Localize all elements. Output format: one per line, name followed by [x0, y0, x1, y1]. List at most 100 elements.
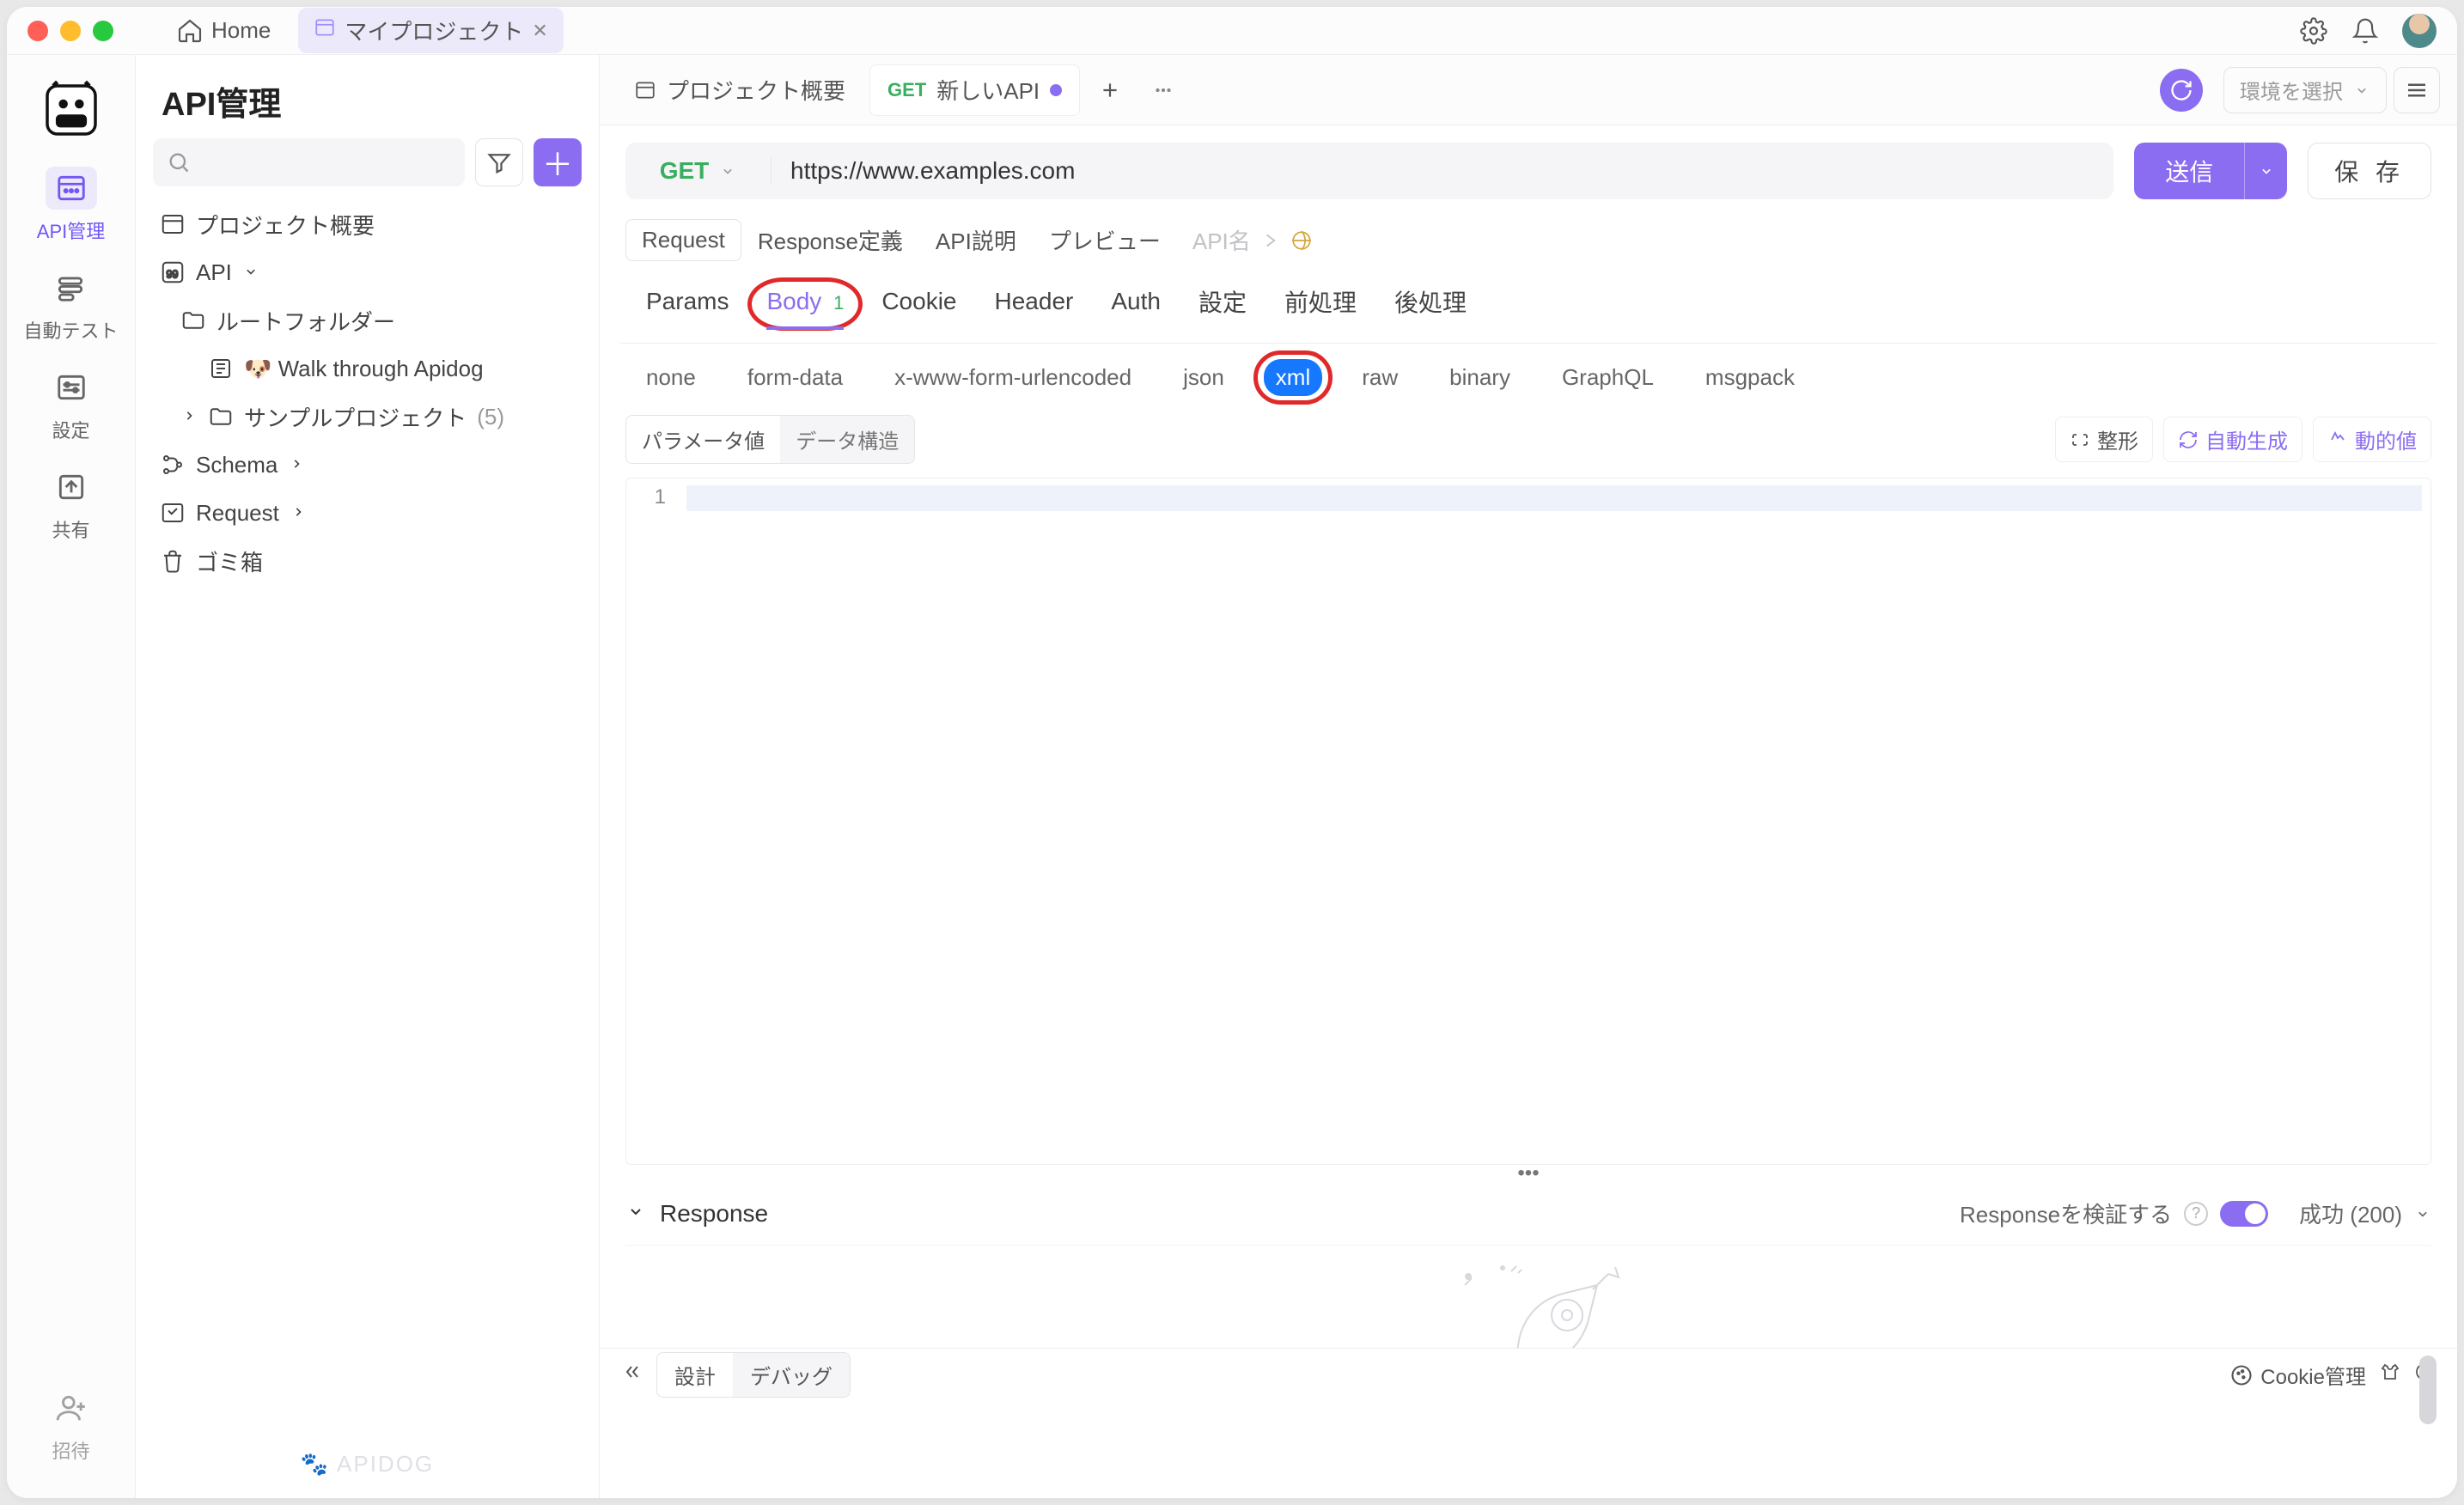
mode-response-def[interactable]: Response定義 [741, 216, 919, 264]
tree-item-schema[interactable]: Schema [153, 441, 582, 489]
menu-button[interactable] [2394, 67, 2440, 113]
body-type-xform[interactable]: x-www-form-urlencoded [882, 359, 1144, 396]
send-button[interactable]: 送信 [2134, 143, 2287, 199]
mode-row: Request Response定義 API説明 プレビュー API名 [600, 216, 2457, 264]
body-editor[interactable]: 1 [625, 478, 2431, 1165]
body-options-row: パラメータ値 データ構造 整形 自動生成 動的値 [600, 411, 2457, 472]
mode-request[interactable]: Request [625, 219, 741, 261]
help-icon[interactable]: ? [2184, 1202, 2208, 1226]
body-type-row: none form-data x-www-form-urlencoded jso… [600, 344, 2457, 411]
maximize-window[interactable] [93, 21, 113, 41]
notifications-bell-icon[interactable] [2351, 16, 2380, 46]
tree-item-walkthrough[interactable]: 🐶 Walk through Apidog [153, 344, 582, 393]
mode-debug[interactable]: デバッグ [733, 1353, 850, 1397]
body-type-graphql[interactable]: GraphQL [1550, 359, 1666, 396]
sidebar: API管理 ＋ プロジェクト概要 99 API [136, 55, 600, 1498]
close-tab-icon[interactable]: ✕ [532, 20, 547, 42]
seg-param-value[interactable]: パラメータ値 [626, 416, 780, 463]
rail-api-management[interactable]: API管理 [37, 167, 105, 244]
app-window: Home マイプロジェクト ✕ AP [7, 7, 2457, 1498]
send-dropdown[interactable] [2244, 143, 2287, 199]
mode-api-desc[interactable]: API説明 [919, 216, 1033, 264]
tree-item-api[interactable]: 99 API [153, 248, 582, 296]
traffic-lights [27, 21, 113, 41]
rail-share[interactable]: 共有 [46, 466, 97, 543]
section-tabs: Params Body 1 Cookie Header Auth 設定 前処理 … [620, 264, 2437, 344]
add-button[interactable]: ＋ [534, 138, 582, 186]
close-window[interactable] [27, 21, 48, 41]
minimize-window[interactable] [60, 21, 81, 41]
tree-item-root-folder[interactable]: ルートフォルダー [153, 296, 582, 344]
rail-label: 招待 [52, 1436, 89, 1464]
tab-overflow-button[interactable] [1140, 64, 1186, 116]
body-type-formdata[interactable]: form-data [735, 359, 855, 396]
rail-label: 共有 [52, 515, 89, 543]
sec-tab-pre[interactable]: 前処理 [1284, 284, 1357, 332]
response-header: Response Responseを検証する ? 成功 (200) [600, 1182, 2457, 1245]
autogen-button[interactable]: 自動生成 [2163, 417, 2302, 462]
home-tab[interactable]: Home [162, 11, 284, 51]
home-icon [175, 16, 204, 46]
sec-tab-settings[interactable]: 設定 [1198, 284, 1247, 332]
body-type-xml[interactable]: xml [1264, 359, 1322, 396]
response-status-select[interactable]: 成功 (200) [2299, 1197, 2431, 1229]
body-type-none[interactable]: none [634, 359, 708, 396]
add-tab-button[interactable] [1087, 64, 1133, 116]
sidebar-search-input[interactable] [153, 138, 465, 186]
main-tab-overview[interactable]: プロジェクト概要 [617, 64, 863, 116]
tree-item-request[interactable]: Request [153, 489, 582, 537]
response-placeholder [625, 1245, 2431, 1348]
sidebar-footer-logo: 🐾 APIDOG [136, 1430, 599, 1498]
refresh-button[interactable] [2160, 69, 2203, 112]
http-method-select[interactable]: GET [625, 157, 772, 185]
rail-label: 自動テスト [23, 316, 118, 344]
mode-design[interactable]: 設計 [657, 1353, 733, 1397]
body-type-binary[interactable]: binary [1437, 359, 1522, 396]
project-tab[interactable]: マイプロジェクト ✕ [298, 8, 563, 53]
body-type-raw[interactable]: raw [1350, 359, 1410, 396]
collapse-left-icon[interactable] [622, 1362, 643, 1388]
api-name-placeholder[interactable]: API名 [1192, 224, 1313, 256]
settings-gear-icon[interactable] [2299, 16, 2328, 46]
tree-item-sample-project[interactable]: サンプルプロジェクト (5) [153, 393, 582, 441]
tree-item-trash[interactable]: ゴミ箱 [153, 537, 582, 585]
sec-tab-auth[interactable]: Auth [1111, 288, 1161, 329]
cookie-management[interactable]: Cookie管理 [2229, 1360, 2366, 1390]
editor-code-area[interactable] [678, 478, 2430, 1164]
tree-item-overview[interactable]: プロジェクト概要 [153, 200, 582, 248]
rail-settings[interactable]: 設定 [46, 366, 97, 443]
main-area: プロジェクト概要 GET 新しいAPI [600, 55, 2457, 1498]
collapse-handle[interactable]: ••• [600, 1165, 2457, 1182]
sec-tab-header[interactable]: Header [995, 288, 1074, 329]
user-avatar[interactable] [2402, 14, 2437, 48]
url-input[interactable]: https://www.examples.com [772, 157, 2113, 185]
body-type-msgpack[interactable]: msgpack [1693, 359, 1807, 396]
filter-button[interactable] [475, 138, 523, 186]
sec-tab-cookie[interactable]: Cookie [881, 288, 956, 329]
chevron-down-icon[interactable] [625, 1200, 646, 1228]
sec-tab-body[interactable]: Body 1 [766, 288, 844, 329]
dynamic-value-button[interactable]: 動的値 [2313, 417, 2431, 462]
save-button[interactable]: 保 存 [2308, 143, 2431, 199]
rail-label: API管理 [37, 216, 105, 244]
chevron-right-icon [288, 452, 305, 478]
rail-autotest[interactable]: 自動テスト [23, 266, 118, 344]
sec-tab-post[interactable]: 後処理 [1394, 284, 1467, 332]
body-type-json[interactable]: json [1171, 359, 1236, 396]
scrollbar-thumb[interactable] [2419, 1356, 2437, 1424]
environment-select[interactable]: 環境を選択 [2223, 67, 2387, 113]
format-button[interactable]: 整形 [2055, 417, 2153, 462]
validate-toggle[interactable] [2220, 1201, 2268, 1227]
main-tab-new-api[interactable]: GET 新しいAPI [869, 64, 1080, 116]
sec-tab-params[interactable]: Params [646, 288, 729, 329]
project-icon [314, 16, 336, 45]
svg-text:99: 99 [167, 268, 179, 280]
rail-invite[interactable]: 招待 [46, 1386, 97, 1464]
chevron-down-icon [242, 259, 259, 286]
url-bar: GET https://www.examples.com 送信 保 存 [600, 125, 2457, 216]
mode-preview[interactable]: プレビュー [1033, 216, 1177, 264]
apidog-logo [37, 76, 106, 144]
tshirt-icon[interactable] [2380, 1362, 2400, 1388]
seg-data-structure[interactable]: データ構造 [780, 416, 914, 463]
main-tabbar: プロジェクト概要 GET 新しいAPI [600, 55, 2457, 125]
